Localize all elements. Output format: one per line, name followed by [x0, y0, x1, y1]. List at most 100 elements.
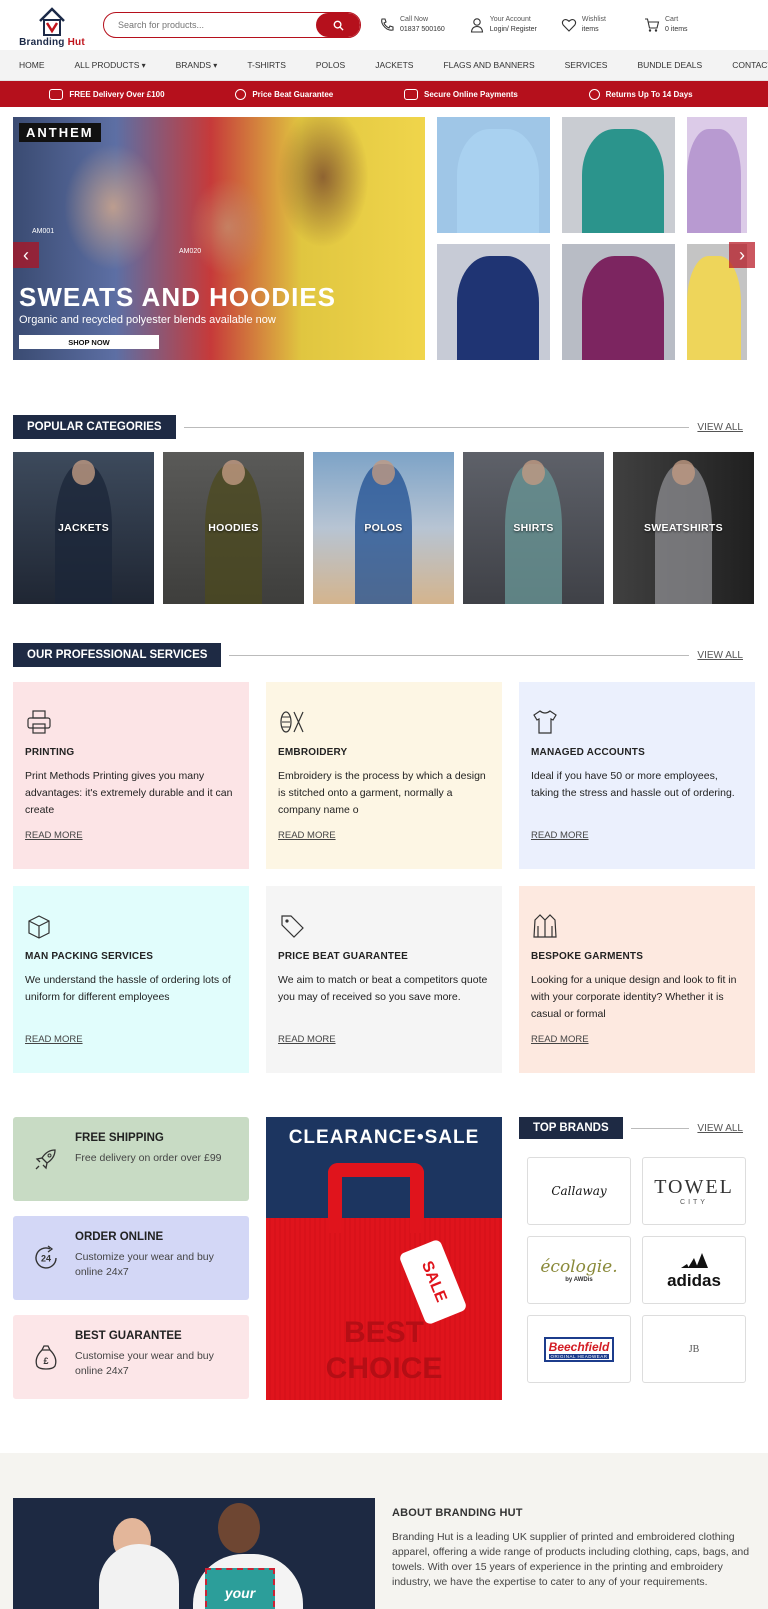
cart-label: Cart — [665, 16, 679, 23]
categories-view-all[interactable]: VIEW ALL — [697, 422, 743, 433]
cart-link[interactable]: Cart 0 items — [644, 15, 688, 35]
card-icon — [404, 88, 419, 100]
top-brands-title: TOP BRANDS — [519, 1117, 623, 1139]
services-title: OUR PROFESSIONAL SERVICES — [13, 643, 222, 667]
category-sweatshirts[interactable]: SWEATSHIRTS — [613, 452, 754, 604]
adidas-stripes-icon — [680, 1252, 708, 1268]
perks-list: FREE SHIPPING Free delivery on order over… — [13, 1117, 249, 1400]
carousel-next-button[interactable]: › — [729, 242, 755, 268]
call-now[interactable]: Call Now 01837 500160 — [379, 15, 445, 35]
search-input[interactable] — [104, 20, 316, 30]
category-polos[interactable]: POLOS — [313, 452, 454, 604]
read-more-link[interactable]: READ MORE — [531, 830, 589, 841]
clearance-sale-title: CLEARANCE•SALE — [288, 1127, 480, 1148]
brand-logo-grid: Callaway TOWEL CITY écologie. by AWDis adi… — [527, 1157, 755, 1383]
service-card-managed-accounts: MANAGED ACCOUNTS Ideal if you have 50 or… — [519, 682, 755, 869]
brand-callaway-logo: Callaway — [551, 1184, 607, 1198]
service-text: Looking for a unique design and look to … — [531, 974, 737, 1020]
service-text: We aim to match or beat a competitors qu… — [278, 974, 488, 1003]
shop-now-button[interactable]: SHOP NOW — [19, 335, 159, 349]
nav-home[interactable]: HOME — [19, 60, 45, 70]
tile-purple-hoodie[interactable] — [562, 244, 675, 360]
perk-title: FREE SHIPPING — [75, 1132, 164, 1144]
brand-adidas[interactable]: adidas — [642, 1236, 746, 1304]
read-more-link[interactable]: READ MORE — [25, 1034, 83, 1045]
section-divider — [183, 426, 690, 428]
service-card-printing: PRINTING Print Methods Printing gives yo… — [13, 682, 249, 869]
brand-towel-city[interactable]: TOWEL CITY — [642, 1157, 746, 1225]
usp-secure-payments-text: Secure Online Payments — [424, 89, 518, 99]
hero-banner[interactable]: ANTHEM AM001 AM020 SWEATS AND HOODIES Or… — [13, 117, 425, 360]
svg-text:24: 24 — [41, 1254, 51, 1264]
services-header: OUR PROFESSIONAL SERVICES VIEW ALL — [13, 643, 755, 667]
perk-best-guarantee: £ BEST GUARANTEE Customise your wear and … — [13, 1315, 249, 1399]
embroidery-icon — [280, 711, 304, 733]
category-hoodies[interactable]: HOODIES — [163, 452, 304, 604]
brand-jb-logo: JB — [688, 1343, 700, 1355]
popular-categories-title: POPULAR CATEGORIES — [13, 415, 176, 439]
hero-subtitle: Organic and recycled polyester blends av… — [19, 314, 276, 326]
search-button[interactable] — [316, 13, 360, 37]
money-bag-icon: £ — [35, 1345, 57, 1370]
tile-navy-zip-hoodie[interactable] — [437, 244, 550, 360]
service-text: Embroidery is the process by which a des… — [278, 770, 486, 816]
category-jackets-label: JACKETS — [57, 522, 110, 534]
service-title: MAN PACKING SERVICES — [25, 951, 154, 962]
service-card-price-beat: PRICE BEAT GUARANTEE We aim to match or … — [266, 886, 502, 1073]
category-shirts[interactable]: SHIRTS — [463, 452, 604, 604]
main-nav: HOME ALL PRODUCTS BRANDS T-SHIRTS POLOS … — [0, 50, 768, 81]
service-title: BESPOKE GARMENTS — [531, 951, 644, 962]
phone-icon — [381, 18, 394, 31]
category-polos-label: POLOS — [364, 522, 403, 534]
usp-returns-text: Returns Up To 14 Days — [605, 89, 693, 99]
tshirt-icon — [533, 710, 557, 734]
read-more-link[interactable]: READ MORE — [278, 1034, 336, 1045]
carousel-prev-button[interactable]: ‹ — [13, 242, 39, 268]
nav-contact-us[interactable]: CONTACT US — [732, 60, 768, 70]
brand-adidas-logo: adidas — [667, 1270, 721, 1290]
brand-jb[interactable]: JB — [642, 1315, 746, 1383]
tile-teal-hoodie[interactable] — [562, 117, 675, 233]
usp-bar: FREE Delivery Over £100 Price Beat Guara… — [0, 81, 768, 107]
services-view-all[interactable]: VIEW ALL — [697, 650, 743, 661]
wishlist-count: items — [581, 26, 599, 33]
brand-beechfield[interactable]: Beechfield ORIGINAL HEADWEAR — [527, 1315, 631, 1383]
brand-towel-city-logo: TOWEL — [654, 1176, 734, 1198]
service-title: PRICE BEAT GUARANTEE — [278, 951, 408, 962]
read-more-link[interactable]: READ MORE — [25, 830, 83, 841]
nav-polos[interactable]: POLOS — [316, 60, 345, 70]
service-card-man-packing: MAN PACKING SERVICES We understand the h… — [13, 886, 249, 1073]
account-label: Your Account — [489, 16, 531, 23]
service-text: Ideal if you have 50 or more employees, … — [531, 770, 735, 799]
top-brands-header: TOP BRANDS VIEW ALL — [519, 1117, 755, 1139]
nav-brands[interactable]: BRANDS — [176, 60, 218, 70]
perk-order-online: 24 ORDER ONLINE Customize your wear and b… — [13, 1216, 249, 1300]
site-header: Branding Hut Call Now 01837 500160 Your A… — [0, 0, 768, 50]
wishlist-link[interactable]: Wishlist items — [561, 15, 606, 35]
bag-handle-graphic — [328, 1163, 424, 1233]
account-link[interactable]: Your Account Login/ Register — [469, 15, 537, 35]
pound-coin-icon — [235, 88, 247, 100]
about-title: ABOUT BRANDING HUT — [392, 1507, 523, 1519]
read-more-link[interactable]: READ MORE — [278, 830, 336, 841]
brands-view-all[interactable]: VIEW ALL — [697, 1123, 743, 1134]
nav-all-products[interactable]: ALL PRODUCTS — [75, 60, 146, 70]
promo-row: FREE SHIPPING Free delivery on order over… — [13, 1117, 755, 1400]
clearance-sale-banner[interactable]: CLEARANCE•SALE SALE BEST CHOICE — [266, 1117, 502, 1400]
nav-t-shirts[interactable]: T-SHIRTS — [247, 60, 286, 70]
jacket-icon — [533, 914, 557, 938]
section-divider — [630, 1127, 690, 1129]
brand-ecologie[interactable]: écologie. by AWDis — [527, 1236, 631, 1304]
perk-text: Free delivery on order over £99 — [75, 1152, 222, 1164]
brand-callaway[interactable]: Callaway — [527, 1157, 631, 1225]
nav-bundle-deals[interactable]: BUNDLE DEALS — [637, 60, 702, 70]
tile-light-blue-sweat[interactable] — [437, 117, 550, 233]
hero-carousel: ANTHEM AM001 AM020 SWEATS AND HOODIES Or… — [0, 117, 768, 360]
category-jackets[interactable]: JACKETS — [13, 452, 154, 604]
nav-services[interactable]: SERVICES — [565, 60, 608, 70]
nav-jackets[interactable]: JACKETS — [375, 60, 413, 70]
nav-flags-and-banners[interactable]: FLAGS AND BANNERS — [443, 60, 534, 70]
read-more-link[interactable]: READ MORE — [531, 1034, 589, 1045]
tile-lilac-hoodie[interactable] — [687, 117, 747, 233]
site-logo[interactable]: Branding Hut — [13, 2, 91, 48]
